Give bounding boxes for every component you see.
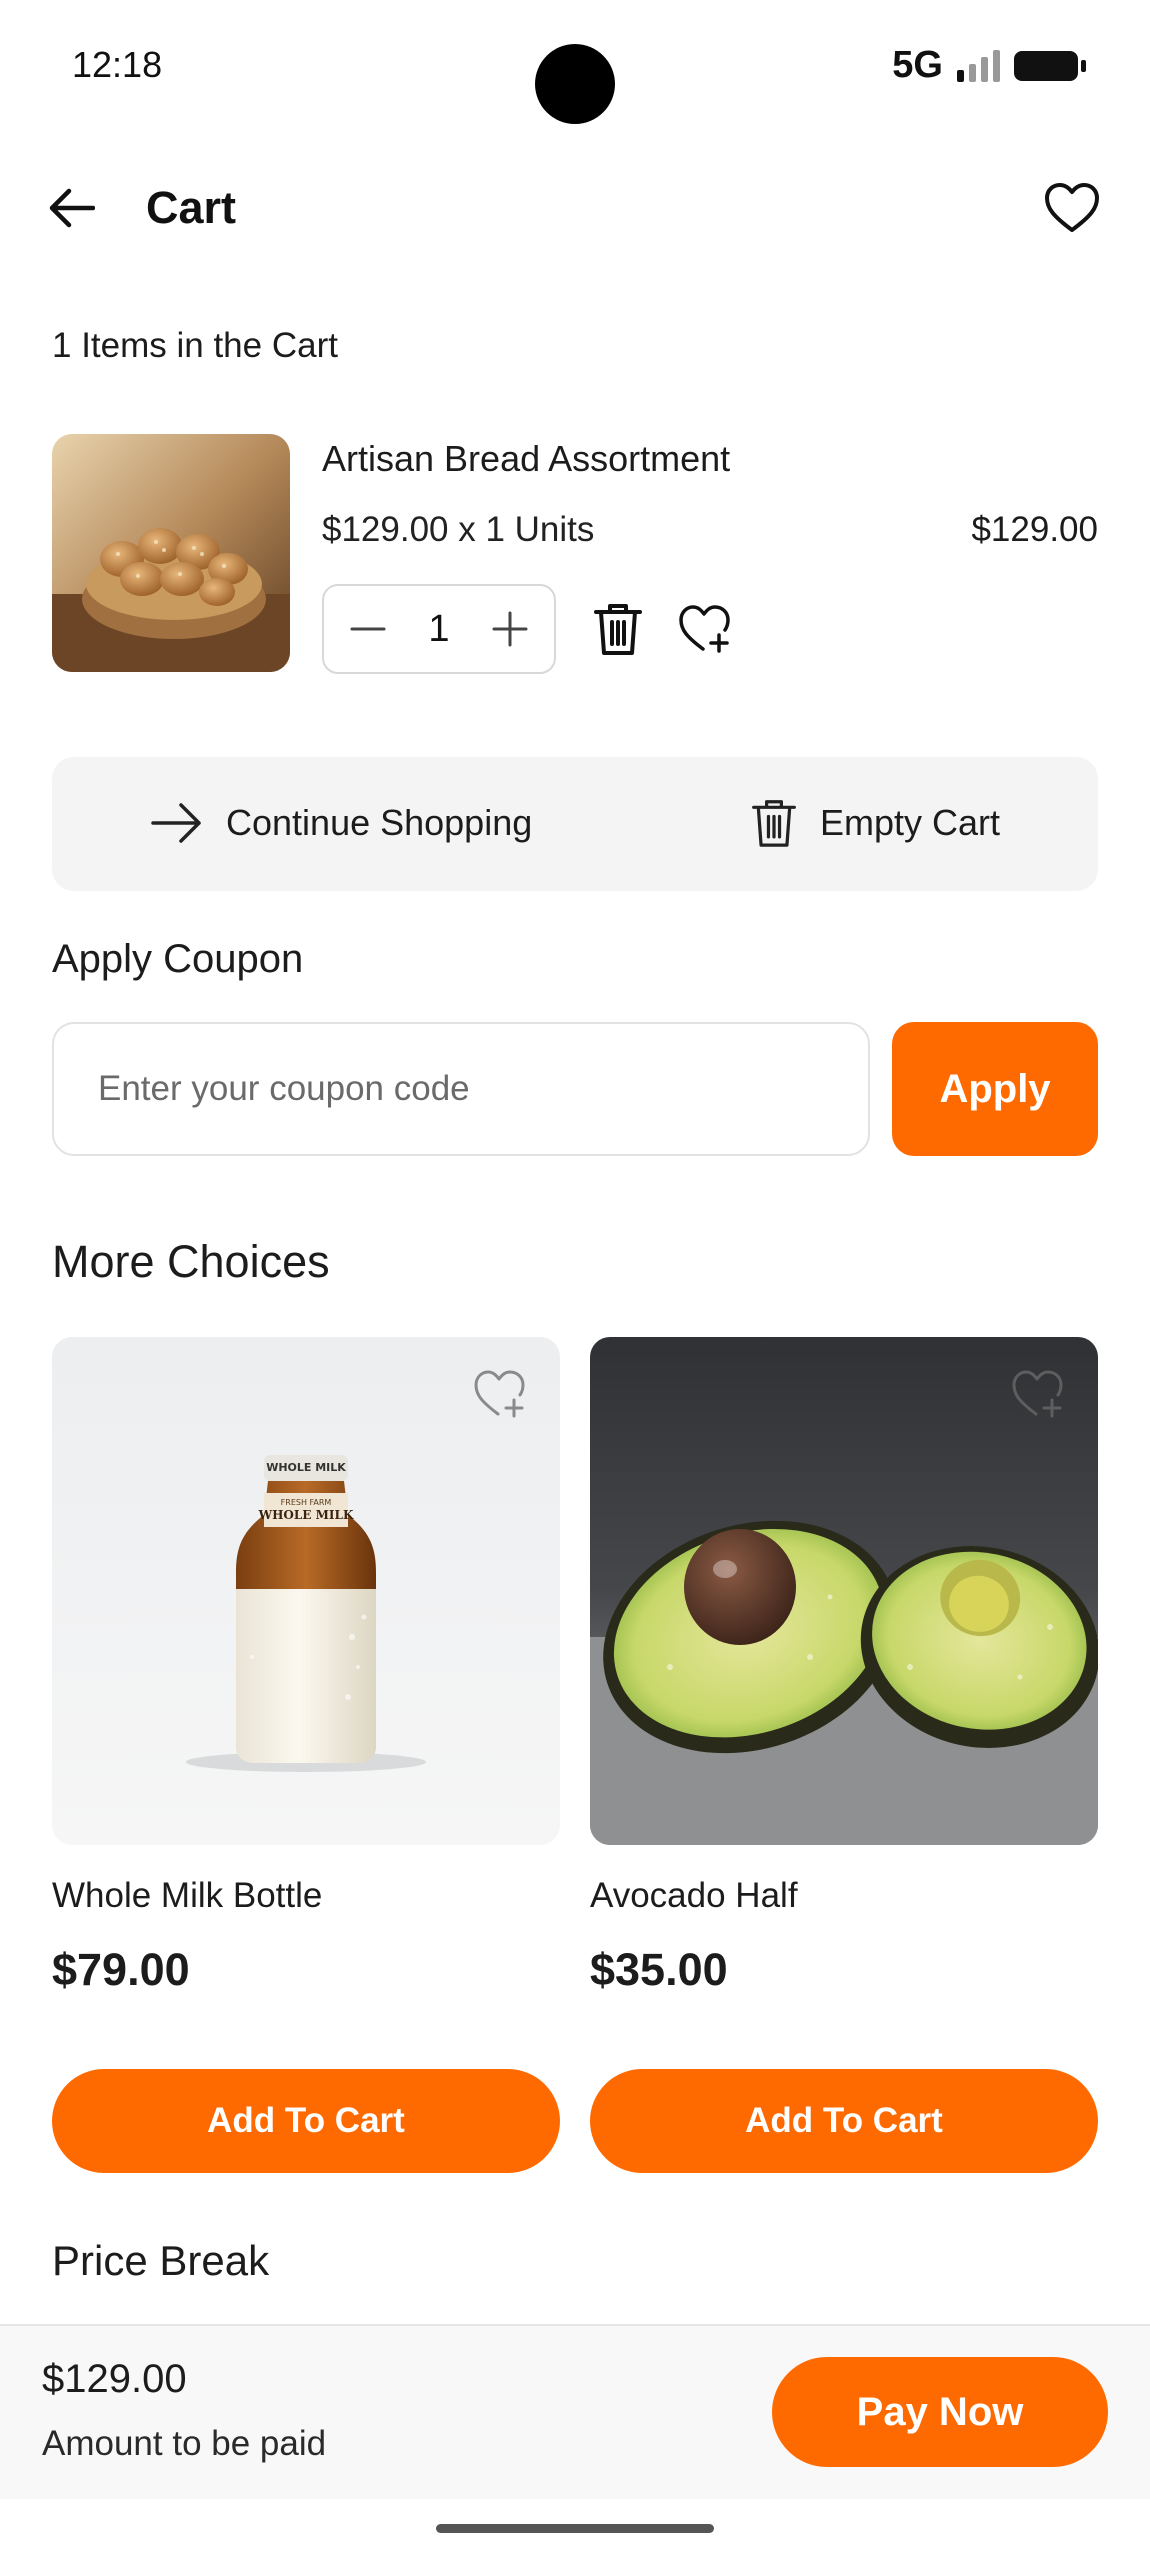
- coupon-input[interactable]: [52, 1022, 870, 1156]
- product-price-avocado: $35.00: [590, 1944, 728, 1995]
- amount-due-label: Amount to be paid: [42, 2424, 327, 2463]
- decrease-quantity-button[interactable]: [348, 609, 388, 649]
- heart-outline-icon: [1045, 183, 1099, 232]
- status-indicators: 5G: [892, 44, 1086, 87]
- price-break-title: Price Break: [52, 2237, 270, 2284]
- back-button[interactable]: [40, 176, 104, 240]
- product-name-milk[interactable]: Whole Milk Bottle: [52, 1876, 322, 1916]
- battery-icon: [1014, 50, 1086, 81]
- bottle-cap-label: WHOLE MILK: [266, 1461, 346, 1474]
- amount-due-value: $129.00: [42, 2357, 187, 2401]
- remove-item-button[interactable]: [588, 598, 648, 660]
- trash-icon: [594, 604, 642, 655]
- product-image-bread[interactable]: [52, 434, 290, 672]
- arrow-left-icon: [49, 188, 95, 228]
- arrow-right-icon: [151, 803, 201, 843]
- home-indicator[interactable]: [436, 2524, 714, 2533]
- bottle-product-label: WHOLE MILK: [258, 1508, 354, 1522]
- pay-now-button[interactable]: Pay Now: [772, 2357, 1108, 2467]
- quantity-stepper: 1: [322, 584, 556, 674]
- more-choices-title: More Choices: [52, 1236, 330, 1287]
- bottle-brand-label: FRESH FARM: [281, 1498, 332, 1507]
- continue-shopping-label: Continue Shopping: [226, 802, 533, 843]
- wishlist-button[interactable]: [1034, 176, 1110, 240]
- increase-quantity-button[interactable]: [490, 609, 530, 649]
- empty-cart-button[interactable]: Empty Cart: [750, 790, 1000, 856]
- page-title: Cart: [146, 182, 237, 233]
- plus-icon: [492, 611, 528, 647]
- apply-coupon-button[interactable]: Apply: [892, 1022, 1098, 1156]
- add-to-cart-button-avocado[interactable]: Add To Cart: [590, 2069, 1098, 2173]
- wishlist-button-avocado[interactable]: [1006, 1362, 1070, 1426]
- product-price-milk: $79.00: [52, 1944, 190, 1995]
- empty-cart-label: Empty Cart: [820, 802, 1001, 843]
- signal-icon: [957, 49, 1000, 82]
- heart-plus-icon: [474, 1370, 525, 1418]
- coupon-section-title: Apply Coupon: [52, 937, 304, 981]
- minus-icon: [350, 627, 386, 631]
- heart-plus-icon: [679, 605, 730, 653]
- add-to-cart-button-milk[interactable]: Add To Cart: [52, 2069, 560, 2173]
- product-name-avocado[interactable]: Avocado Half: [590, 1876, 798, 1916]
- network-type: 5G: [892, 44, 943, 86]
- wishlist-button-milk[interactable]: [468, 1362, 532, 1426]
- cart-item-unit-price: $129.00 x 1 Units: [322, 510, 595, 549]
- cart-item-total: $129.00: [971, 510, 1098, 549]
- cart-item-name[interactable]: Artisan Bread Assortment: [322, 438, 730, 480]
- status-time: 12:18: [72, 44, 163, 85]
- add-to-wishlist-button[interactable]: [674, 598, 736, 660]
- heart-plus-icon: [1012, 1370, 1063, 1418]
- cart-items-count: 1 Items in the Cart: [52, 326, 338, 365]
- continue-shopping-button[interactable]: Continue Shopping: [150, 790, 532, 856]
- quantity-value: 1: [428, 607, 450, 650]
- trash-icon: [752, 800, 796, 847]
- camera-cutout: [535, 44, 615, 124]
